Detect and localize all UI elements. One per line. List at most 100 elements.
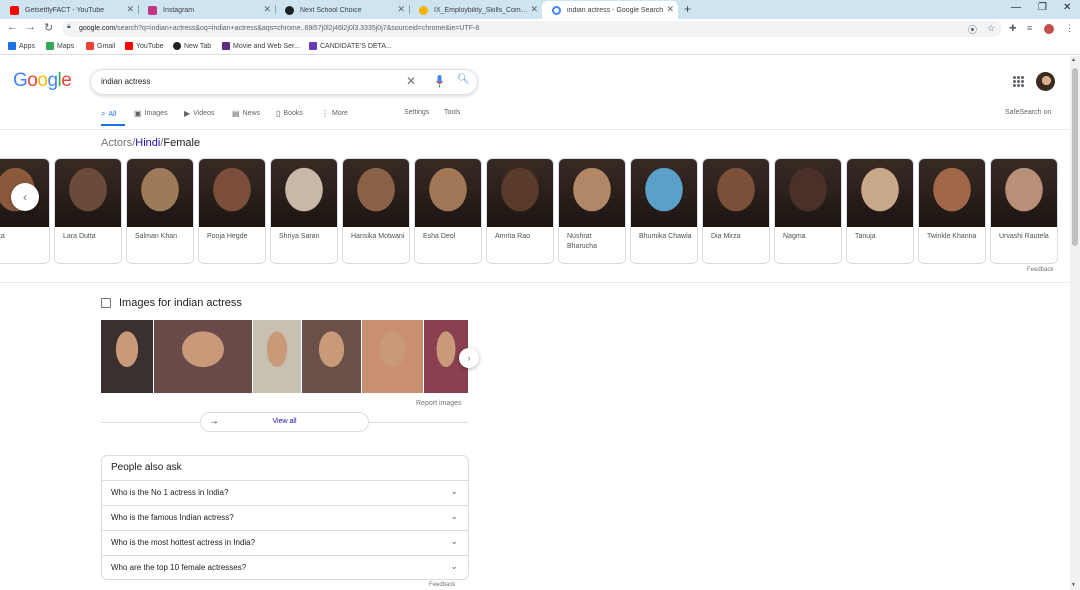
menu-kebab-icon[interactable]: ⋮ [1065,23,1074,34]
tab-title: IX_Employbility_Skills_Combined_ [434,6,542,14]
browser-tab[interactable]: IX_Employbility_Skills_Combined_ ✕ [409,1,542,19]
tab-more[interactable]: ⋮ More [321,109,348,118]
tab-title: Next School Choice [300,6,362,14]
images-section-title[interactable]: Images for indian actress [119,297,242,309]
close-tab-icon[interactable]: ✕ [666,4,674,15]
browser-tab[interactable]: Next School Choice ✕ [275,1,409,19]
lock-icon[interactable]: 🔒︎ [67,23,71,31]
microphone-icon[interactable] [436,75,443,88]
report-images-link[interactable]: Report images [416,400,462,407]
tab-title: GetsetflyFACT - YouTube [25,6,104,14]
breadcrumb-hindi[interactable]: Hindi [135,137,160,149]
actress-card[interactable]: Amrita Rao [486,158,554,264]
bookmark-new-tab[interactable]: New Tab [173,42,211,50]
actress-name: Esha Deol [423,233,456,240]
actress-card[interactable]: Dia Mirza [702,158,770,264]
close-tab-icon[interactable]: ✕ [126,4,134,15]
actress-card[interactable]: Bhumika Chawla [630,158,698,264]
tab-label: Books [283,110,303,117]
search-icon[interactable]: 🔍︎ [457,74,470,85]
scroll-up-icon[interactable]: ▲ [1071,57,1076,63]
image-thumbnail[interactable] [362,320,423,393]
actress-photo [559,159,625,227]
image-thumbnail[interactable] [154,320,252,393]
actress-name: Nagma [783,233,806,240]
news-icon: ▤ [232,109,240,118]
scrollbar-thumb[interactable] [1072,68,1078,246]
bookmark-star-icon[interactable]: ☆ [987,23,995,34]
images-next-button[interactable]: › [459,348,479,368]
actress-card[interactable]: Tanuja [846,158,914,264]
clear-search-icon[interactable]: ✕ [406,74,416,88]
window-close-icon[interactable]: ✕ [1063,2,1071,13]
image-thumbnail[interactable] [101,320,153,393]
close-tab-icon[interactable]: ✕ [397,4,405,15]
google-apps-icon[interactable] [1013,76,1024,87]
film-icon [222,42,230,50]
actress-card[interactable]: Nagma [774,158,842,264]
bookmark-label: Maps [57,42,75,50]
reload-icon[interactable]: ↻ [44,21,53,34]
section-divider [0,282,1080,283]
view-all-button[interactable]: → View all [200,412,369,432]
actress-card[interactable]: Pooja Hegde [198,158,266,264]
carousel-prev-button[interactable]: ‹ [11,183,39,211]
browser-tab-active[interactable]: indian actress - Google Search ✕ [542,1,678,19]
actress-card[interactable]: Twinkle Khanna [918,158,986,264]
paa-question[interactable]: Who is the most hottest actress in India… [101,530,469,555]
location-icon[interactable]: ⦿ [968,23,977,36]
tab-all[interactable]: ⌕ All [101,109,116,119]
actress-card[interactable]: Nushrat Bharucha [558,158,626,264]
bookmark-movie[interactable]: Movie and Web Ser... [222,42,300,50]
tab-news[interactable]: ▤ News [232,109,260,118]
people-also-ask-title: People also ask [111,462,182,473]
actress-card[interactable]: Esha Deol [414,158,482,264]
close-tab-icon[interactable]: ✕ [530,4,538,15]
restore-icon[interactable]: ❐ [1038,2,1047,13]
tab-images[interactable]: ▣ Images [134,109,168,118]
image-thumbnail[interactable] [302,320,361,393]
settings-link[interactable]: Settings [404,109,429,116]
close-tab-icon[interactable]: ✕ [263,4,271,15]
media-icon[interactable]: ≡ [1027,23,1032,33]
back-arrow-icon[interactable]: ← [7,21,18,33]
header-divider [0,129,1080,130]
extensions-icon[interactable]: ✚ [1009,23,1017,34]
breadcrumb-actors[interactable]: Actors [101,137,132,149]
tab-books[interactable]: ▯ Books [276,109,303,118]
actress-card[interactable]: Shriya Saran [270,158,338,264]
browser-tab[interactable]: GetsetflyFACT - YouTube ✕ [0,1,138,19]
actress-card[interactable]: Lara Dutta [54,158,122,264]
scroll-down-icon[interactable]: ▼ [1071,582,1076,588]
forward-arrow-icon[interactable]: → [25,21,36,33]
tools-link[interactable]: Tools [444,109,460,116]
google-favicon-icon [552,5,561,15]
tab-videos[interactable]: ▶ Videos [184,109,214,118]
actress-card[interactable]: Urvashi Rautela [990,158,1058,264]
actress-photo [991,159,1057,227]
bookmark-candidate[interactable]: CANDIDATE'S DETA... [309,42,392,50]
google-logo[interactable]: Google [13,70,72,92]
feedback-link[interactable]: Feedback [429,582,455,588]
safesearch-link[interactable]: SafeSearch on [1005,109,1051,116]
bookmark-maps[interactable]: Maps [46,42,74,50]
paa-question[interactable]: Who are the top 10 female actresses? ⌄ [101,555,469,580]
bookmark-youtube[interactable]: YouTube [125,42,164,50]
profile-icon[interactable] [1044,24,1054,34]
actress-card[interactable]: Salman Khan [126,158,194,264]
feedback-link[interactable]: Feedback [1027,267,1053,273]
actress-card[interactable]: ...ika [0,158,50,264]
video-icon: ▶ [184,109,191,118]
new-tab-icon[interactable]: + [684,2,691,16]
account-avatar[interactable] [1036,72,1055,91]
paa-question[interactable]: Who is the famous Indian actress? ⌄ [101,505,469,530]
search-input[interactable]: indian actress [101,77,150,86]
paa-question[interactable]: Who is the No 1 actress in India? ⌄ [101,480,469,505]
bookmark-apps[interactable]: Apps [8,42,35,50]
bookmark-gmail[interactable]: Gmail [86,42,115,50]
minimize-icon[interactable]: — [1011,2,1021,13]
actress-card[interactable]: Hansika Motwani [342,158,410,264]
url-text[interactable]: google.com/search?q=indian+actress&oq=in… [79,25,479,32]
browser-tab[interactable]: Instagram ✕ [138,1,275,19]
image-thumbnail[interactable] [253,320,301,393]
